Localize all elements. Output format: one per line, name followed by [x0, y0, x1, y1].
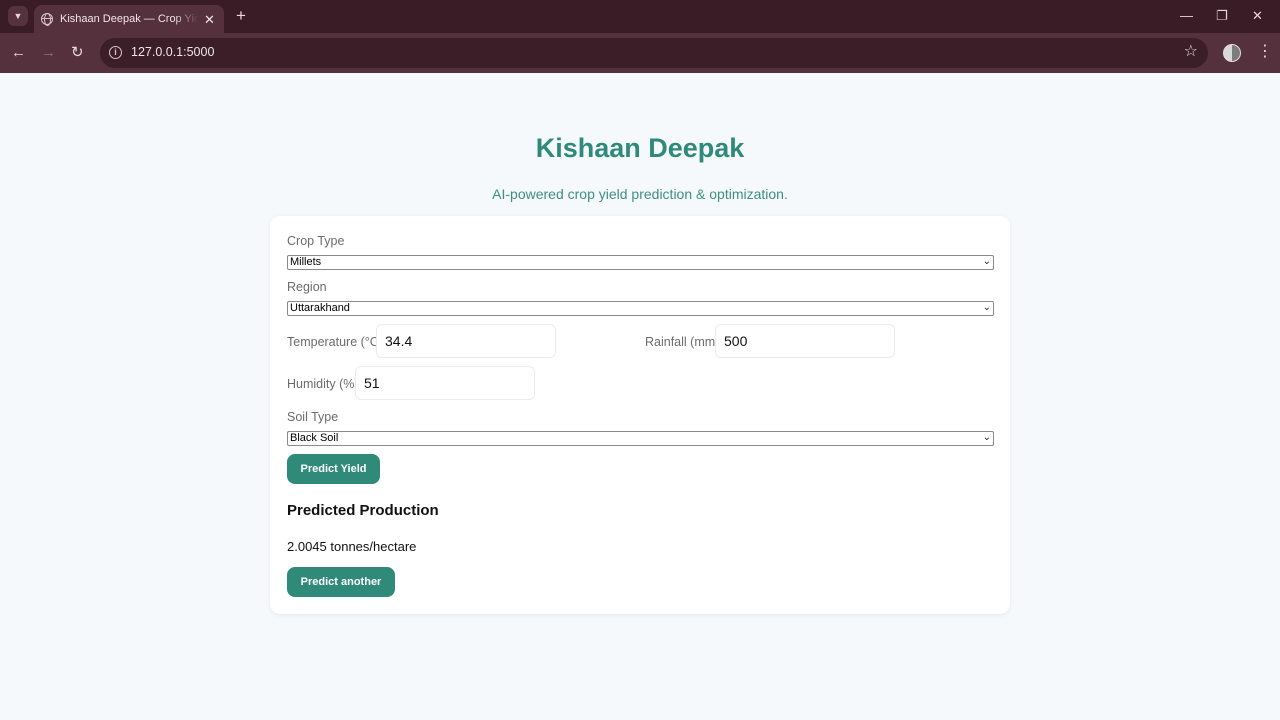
restore-icon[interactable]: ❐ — [1216, 7, 1228, 25]
chevron-down-icon: ⌄ — [982, 256, 991, 267]
tab-close-icon[interactable]: ✕ — [204, 13, 215, 26]
temperature-input[interactable]: 34.4 — [376, 324, 556, 358]
address-bar[interactable]: i 127.0.0.1:5000 ☆ — [100, 38, 1208, 68]
region-label: Region — [287, 280, 327, 294]
site-info-icon[interactable]: i — [109, 46, 122, 59]
profile-icon[interactable] — [1223, 44, 1241, 62]
soil-type-label: Soil Type — [287, 410, 339, 424]
crop-type-value: Millets — [290, 256, 322, 268]
browser-tab-bar: ▼ Kishaan Deepak — Crop Yield Prediction… — [0, 0, 1280, 33]
rainfall-label: Rainfall (mm) — [645, 335, 720, 349]
region-select[interactable]: Uttarakhand ⌄ — [287, 301, 994, 316]
browser-tab[interactable]: Kishaan Deepak — Crop Yield Prediction ✕ — [34, 5, 224, 33]
back-icon[interactable]: ← — [11, 43, 26, 63]
page-subtitle: AI-powered crop yield prediction & optim… — [492, 186, 788, 202]
result-value: 2.0045 tonnes/hectare — [287, 539, 417, 554]
reload-icon[interactable]: ↻ — [71, 43, 84, 63]
more-menu-icon[interactable]: ⋮ — [1257, 43, 1273, 61]
soil-type-value: Black Soil — [290, 432, 339, 444]
humidity-input[interactable]: 51 — [355, 366, 535, 400]
globe-icon — [41, 13, 53, 26]
prediction-card: Crop Type Millets ⌄ Region Uttarakhand ⌄… — [270, 216, 1010, 614]
minimize-icon[interactable]: — — [1180, 7, 1193, 25]
crop-type-label: Crop Type — [287, 234, 345, 248]
chevron-down-icon: ⌄ — [982, 432, 991, 443]
bookmark-star-icon[interactable]: ☆ — [1184, 43, 1198, 61]
new-tab-button[interactable]: + — [236, 7, 246, 25]
forward-icon[interactable]: → — [41, 43, 56, 63]
url-text[interactable]: 127.0.0.1:5000 — [131, 45, 214, 59]
chevron-down-icon: ⌄ — [982, 302, 991, 313]
page-title: Kishaan Deepak — [535, 133, 745, 163]
result-heading: Predicted Production — [287, 502, 439, 519]
temperature-label: Temperature (°C) — [287, 335, 383, 349]
close-icon[interactable]: ✕ — [1252, 7, 1263, 25]
tab-title: Kishaan Deepak — Crop Yield Prediction — [60, 13, 198, 25]
humidity-label: Humidity (%) — [287, 377, 359, 391]
region-value: Uttarakhand — [290, 302, 350, 314]
predict-yield-button[interactable]: Predict Yield — [287, 454, 380, 484]
soil-type-select[interactable]: Black Soil ⌄ — [287, 431, 994, 446]
tab-search-icon[interactable]: ▼ — [8, 6, 28, 26]
browser-toolbar: ← → ↻ i 127.0.0.1:5000 ☆ — [0, 33, 1280, 73]
rainfall-input[interactable]: 500 — [715, 324, 895, 358]
crop-type-select[interactable]: Millets ⌄ — [287, 255, 994, 270]
predict-another-button[interactable]: Predict another — [287, 567, 395, 597]
